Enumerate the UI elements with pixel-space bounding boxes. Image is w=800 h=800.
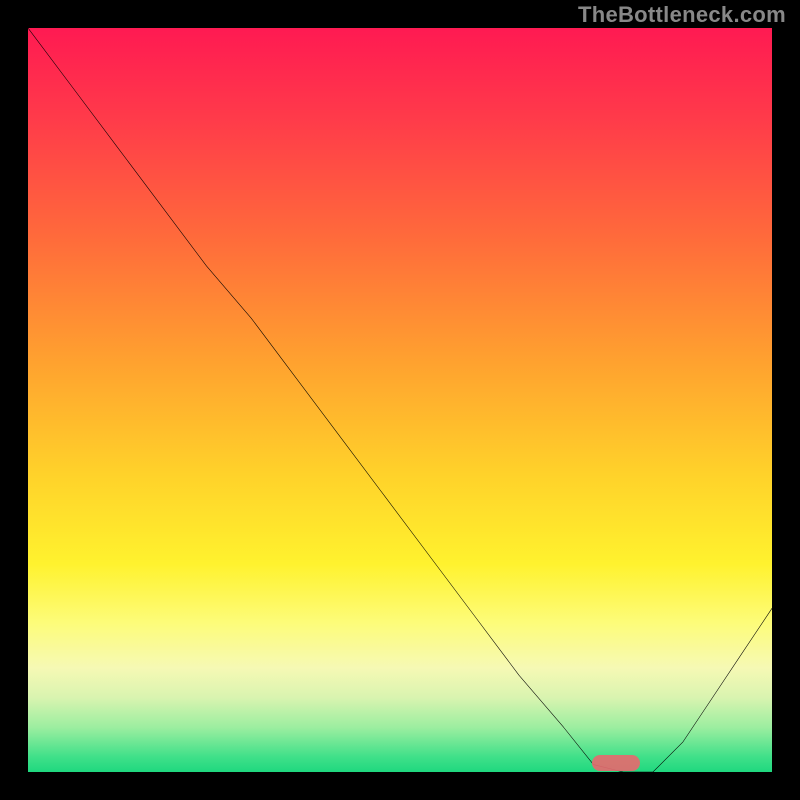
optimum-marker — [592, 755, 640, 771]
watermark-text: TheBottleneck.com — [578, 2, 786, 28]
plot-area — [28, 28, 772, 772]
curve-svg — [28, 28, 772, 772]
chart-outer: TheBottleneck.com — [0, 0, 800, 800]
bottleneck-curve — [28, 28, 772, 772]
